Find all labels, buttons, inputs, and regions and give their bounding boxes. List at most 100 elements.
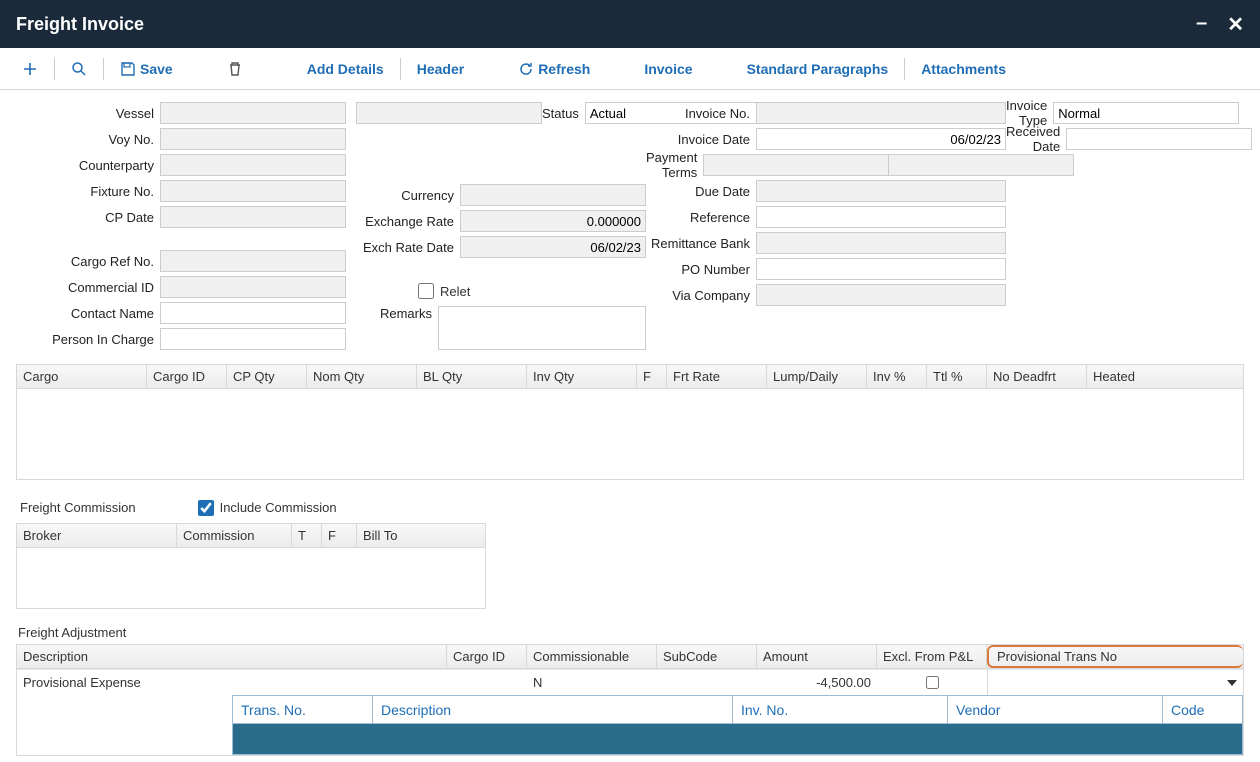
fixture-no-field[interactable]: [160, 180, 346, 202]
cargo-ref-no-field[interactable]: [160, 250, 346, 272]
commission-grid-body[interactable]: [17, 548, 485, 608]
cargo-col-header[interactable]: CP Qty: [227, 365, 307, 388]
adjust-col-header[interactable]: Amount: [757, 645, 877, 668]
attachments-button[interactable]: Attachments: [911, 55, 1016, 83]
relet-checkbox[interactable]: [418, 283, 434, 299]
adjust-col-header[interactable]: Cargo ID: [447, 645, 527, 668]
due-date-field[interactable]: [756, 180, 1006, 202]
cargo-col-header[interactable]: Inv Qty: [527, 365, 637, 388]
adjust-col-header[interactable]: Excl. From P&L: [877, 645, 987, 668]
cargo-col-header[interactable]: Lump/Daily: [767, 365, 867, 388]
sub-col-header[interactable]: Vendor: [948, 696, 1163, 723]
invoice-type-field[interactable]: [1053, 102, 1239, 124]
add-details-button[interactable]: Add Details: [297, 55, 394, 83]
save-label: Save: [140, 61, 173, 77]
cargo-col-header[interactable]: No Deadfrt: [987, 365, 1087, 388]
form-col-4: Invoice Type Received Date: [1006, 102, 1236, 354]
counterparty-field[interactable]: [160, 154, 346, 176]
cargo-grid-body[interactable]: [17, 389, 1243, 479]
commission-grid: Broker Commission T F Bill To: [16, 523, 486, 609]
cargo-col-header[interactable]: Heated: [1087, 365, 1243, 388]
adjust-col-header[interactable]: Description: [17, 645, 447, 668]
include-commission-label[interactable]: Include Commission: [198, 500, 337, 516]
status-label: Status: [542, 106, 585, 121]
due-date-label: Due Date: [646, 184, 756, 199]
commission-title: Freight Commission: [18, 496, 138, 519]
cargo-col-header[interactable]: Ttl %: [927, 365, 987, 388]
adjust-provisional-cell[interactable]: [987, 670, 1243, 695]
refresh-button[interactable]: Refresh: [508, 55, 600, 83]
delete-button[interactable]: [217, 55, 253, 83]
adjust-description: Provisional Expense: [17, 670, 447, 695]
commission-col-header[interactable]: Broker: [17, 524, 177, 547]
adjustment-title: Freight Adjustment: [16, 621, 1244, 644]
remittance-bank-field[interactable]: [756, 232, 1006, 254]
cargo-col-header[interactable]: Nom Qty: [307, 365, 417, 388]
exch-rate-date-field[interactable]: [460, 236, 646, 258]
cargo-col-header[interactable]: BL Qty: [417, 365, 527, 388]
sub-col-header[interactable]: Inv. No.: [733, 696, 948, 723]
toolbar: Save Add Details Header Refresh Invoice …: [0, 48, 1260, 90]
received-date-label: Received Date: [1006, 124, 1066, 154]
invoice-date-field[interactable]: [756, 128, 1006, 150]
po-number-field[interactable]: [756, 258, 1006, 280]
minimize-button[interactable]: –: [1196, 12, 1207, 37]
commission-col-header[interactable]: Bill To: [357, 524, 485, 547]
cp-date-field[interactable]: [160, 206, 346, 228]
commission-col-header[interactable]: T: [292, 524, 322, 547]
invoice-no-field[interactable]: [756, 102, 1006, 124]
adjust-commissionable: N: [527, 670, 657, 695]
title-bar: Freight Invoice – ✕: [0, 0, 1260, 48]
adjust-col-header[interactable]: SubCode: [657, 645, 757, 668]
exchange-rate-field[interactable]: [460, 210, 646, 232]
close-button[interactable]: ✕: [1227, 12, 1244, 37]
save-button[interactable]: Save: [110, 55, 183, 83]
search-icon: [71, 61, 87, 77]
aux-field[interactable]: [356, 102, 542, 124]
provisional-dropdown-body[interactable]: [233, 724, 1242, 754]
received-date-field[interactable]: [1066, 128, 1252, 150]
cargo-col-header[interactable]: Inv %: [867, 365, 927, 388]
standard-paragraphs-button[interactable]: Standard Paragraphs: [737, 55, 899, 83]
form-col-3: Invoice No. Invoice Date Payment Terms D…: [646, 102, 1006, 354]
remarks-field[interactable]: [438, 306, 646, 350]
cargo-col-header[interactable]: F: [637, 365, 667, 388]
adjust-col-header[interactable]: Commissionable: [527, 645, 657, 668]
remarks-label: Remarks: [346, 306, 438, 321]
sub-col-header[interactable]: Description: [373, 696, 733, 723]
voy-no-field[interactable]: [160, 128, 346, 150]
plus-icon: [22, 61, 38, 77]
adjustment-section: Freight Adjustment Description Cargo ID …: [0, 615, 1260, 762]
window-title: Freight Invoice: [16, 14, 144, 35]
payment-terms-code-field[interactable]: [703, 154, 888, 176]
remittance-bank-label: Remittance Bank: [646, 236, 756, 251]
excl-pl-checkbox[interactable]: [926, 676, 939, 689]
commercial-id-field[interactable]: [160, 276, 346, 298]
cargo-section: Cargo Cargo ID CP Qty Nom Qty BL Qty Inv…: [0, 358, 1260, 486]
cargo-col-header[interactable]: Frt Rate: [667, 365, 767, 388]
provisional-trans-dropdown[interactable]: Trans. No. Description Inv. No. Vendor C…: [232, 695, 1243, 755]
vessel-field[interactable]: [160, 102, 346, 124]
include-commission-checkbox[interactable]: [198, 500, 214, 516]
sub-col-header[interactable]: Code: [1163, 696, 1242, 723]
person-in-charge-label: Person In Charge: [16, 332, 160, 347]
sub-col-header[interactable]: Trans. No.: [233, 696, 373, 723]
search-button[interactable]: [61, 55, 97, 83]
commission-col-header[interactable]: Commission: [177, 524, 292, 547]
cargo-col-header[interactable]: Cargo: [17, 365, 147, 388]
cargo-col-header[interactable]: Cargo ID: [147, 365, 227, 388]
adjustment-row[interactable]: Provisional Expense N -4,500.00: [17, 669, 1243, 695]
new-button[interactable]: [12, 55, 48, 83]
commission-col-header[interactable]: F: [322, 524, 357, 547]
via-company-field[interactable]: [756, 284, 1006, 306]
contact-name-label: Contact Name: [16, 306, 160, 321]
invoice-button[interactable]: Invoice: [634, 55, 702, 83]
reference-field[interactable]: [756, 206, 1006, 228]
adjust-col-header-provisional[interactable]: Provisional Trans No: [987, 645, 1243, 668]
contact-name-field[interactable]: [160, 302, 346, 324]
invoice-date-label: Invoice Date: [646, 132, 756, 147]
currency-field[interactable]: [460, 184, 646, 206]
relet-label: Relet: [440, 284, 470, 299]
header-button[interactable]: Header: [407, 55, 474, 83]
person-in-charge-field[interactable]: [160, 328, 346, 350]
